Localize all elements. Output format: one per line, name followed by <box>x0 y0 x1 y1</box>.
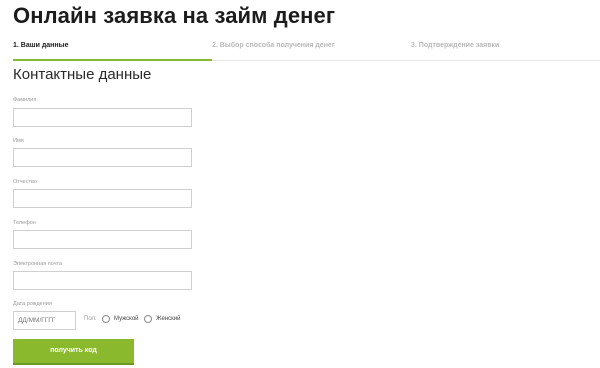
last-name-input[interactable] <box>13 108 192 127</box>
phone-input[interactable] <box>13 230 192 249</box>
middle-name-label: Отчество <box>13 179 37 185</box>
gender-option-male-label: Мужской <box>114 316 139 322</box>
first-name-input[interactable] <box>13 148 192 167</box>
gender-option-female-label: Женский <box>156 316 181 322</box>
gender-option-female[interactable]: Женский <box>144 314 180 324</box>
gender-label: Пол: <box>84 316 97 322</box>
page-title: Онлайн заявка на займ денег <box>13 3 336 28</box>
email-label: Электронная почта <box>13 261 63 267</box>
get-code-button[interactable]: получить код <box>13 339 134 363</box>
radio-button-female[interactable] <box>144 315 152 323</box>
section-title-contact-data: Контактные данные <box>13 66 152 83</box>
progress-steps: 1. Ваши данные 2. Выбор способа получени… <box>13 40 600 61</box>
radio-button-male[interactable] <box>102 315 110 323</box>
last-name-label: Фамилия <box>13 97 37 103</box>
first-name-label: Имя <box>13 138 24 144</box>
step-confirmation: 3. Подтверждение заявки <box>411 42 500 49</box>
birth-date-input[interactable] <box>13 311 76 330</box>
gender-option-male[interactable]: Мужской <box>102 314 139 324</box>
step-payout-method: 2. Выбор способа получения денег <box>212 42 335 49</box>
middle-name-input[interactable] <box>13 189 192 208</box>
step-personal-data: 1. Ваши данные <box>13 42 69 49</box>
email-input[interactable] <box>13 271 192 290</box>
phone-label: Телефон <box>13 220 36 226</box>
active-step-indicator <box>13 59 212 61</box>
birth-date-label: Дата рождения <box>13 301 52 307</box>
button-shadow <box>13 363 134 365</box>
